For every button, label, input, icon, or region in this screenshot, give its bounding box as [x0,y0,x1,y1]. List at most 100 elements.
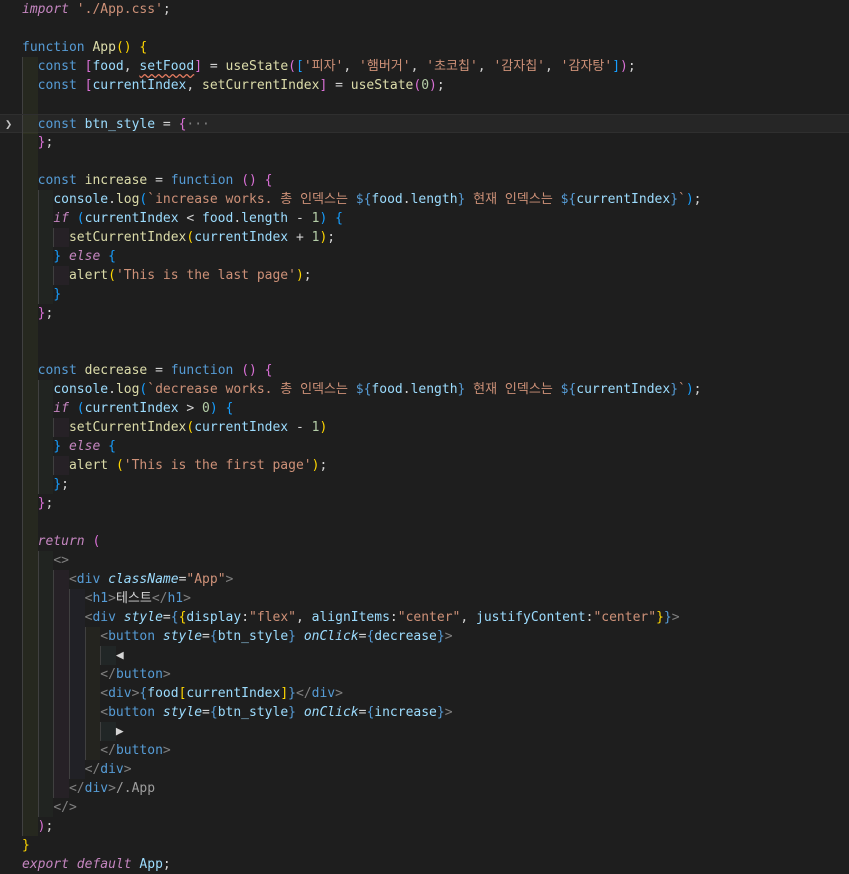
code-token: : [389,610,398,625]
code-token: console [53,382,109,397]
code-line[interactable]: ▶ [0,722,849,741]
code-token: { [170,610,179,625]
code-token: { [335,211,343,226]
code-token: { [139,40,148,55]
code-text: } else { [22,247,116,266]
code-token: </ [84,762,101,777]
code-line[interactable]: } [0,285,849,304]
code-line[interactable]: setCurrentIndex(currentIndex + 1); [0,228,849,247]
code-line[interactable]: function App() { [0,38,849,57]
code-line[interactable]: return ( [0,532,849,551]
code-line[interactable]: const decrease = function () { [0,361,849,380]
indent-band [22,513,38,532]
code-token: , [295,610,312,625]
code-token: - [288,211,312,226]
code-line[interactable]: }; [0,494,849,513]
code-token: ` [678,192,686,207]
code-token: ( [76,401,85,416]
code-token: [ [295,59,304,74]
code-line[interactable]: <button style={btn_style} onClick={decre… [0,627,849,646]
code-line[interactable]: setCurrentIndex(currentIndex - 1) [0,418,849,437]
code-line[interactable] [0,323,849,342]
code-line[interactable]: <> [0,551,849,570]
code-token: = [155,117,179,132]
code-line[interactable] [0,95,849,114]
code-line[interactable]: }; [0,475,849,494]
code-line[interactable]: const [food, setFood] = useState(['피자', … [0,57,849,76]
code-token: ▶ [115,724,124,739]
code-line[interactable]: const [currentIndex, setCurrentIndex] = … [0,76,849,95]
code-line[interactable]: <div>{food[currentIndex]}</div> [0,684,849,703]
code-line[interactable]: const increase = function () { [0,171,849,190]
code-line[interactable] [0,19,849,38]
code-line[interactable] [0,152,849,171]
code-token: > [108,781,116,796]
code-token: /.App [115,781,156,796]
code-line[interactable]: <h1>테스트</h1> [0,589,849,608]
code-line[interactable]: <div style={{display:"flex", alignItems:… [0,608,849,627]
code-token: ) [685,192,694,207]
code-line[interactable]: alert('This is the last page'); [0,266,849,285]
code-token: ( [92,534,101,549]
code-line[interactable]: if (currentIndex < food.length - 1) { [0,209,849,228]
code-token: = [147,363,171,378]
code-token: = [202,59,226,74]
code-text: ▶ [22,722,124,741]
code-line[interactable]: if (currentIndex > 0) { [0,399,849,418]
code-token: </ [100,743,116,758]
code-token: currentIndex [186,686,281,701]
code-token: } [53,439,62,454]
code-token: = [162,610,171,625]
code-line[interactable]: ❯ const btn_style = {··· [0,114,849,134]
code-token: function [170,363,234,378]
code-line[interactable]: ◀ [0,646,849,665]
code-line[interactable]: }; [0,133,849,152]
code-line[interactable]: </> [0,798,849,817]
code-token: div [108,686,132,701]
code-token: 테스트 [115,591,152,606]
code-line[interactable]: </button> [0,741,849,760]
code-token: `increase works. 총 인덱스는 [147,192,356,207]
code-line[interactable]: <button style={btn_style} onClick={incre… [0,703,849,722]
code-line[interactable]: </button> [0,665,849,684]
code-token: '햄버거' [359,59,411,74]
code-line[interactable]: </div>/.App [0,779,849,798]
code-line[interactable]: }; [0,304,849,323]
code-line[interactable]: export default App; [0,855,849,874]
code-line[interactable]: } else { [0,437,849,456]
fold-chevron-icon[interactable]: ❯ [5,115,17,134]
code-token: ; [303,268,312,283]
code-token: . [402,382,411,397]
code-token: div [100,762,124,777]
code-token: ) [620,59,628,74]
code-line[interactable]: ); [0,817,849,836]
code-line[interactable]: import './App.css'; [0,0,849,19]
code-token: "flex" [249,610,296,625]
code-line[interactable] [0,342,849,361]
code-line[interactable]: } [0,836,849,855]
code-line[interactable]: alert ('This is the first page'); [0,456,849,475]
code-token: "App" [186,572,226,587]
code-line[interactable] [0,513,849,532]
code-text: </button> [22,665,170,684]
code-line[interactable]: <div className="App"> [0,570,849,589]
code-token: . [108,192,116,207]
code-line[interactable]: } else { [0,247,849,266]
code-line[interactable]: </div> [0,760,849,779]
code-token: increase [374,705,437,720]
code-editor[interactable]: import './App.css'; function App() { cons… [0,0,849,872]
code-token: currentIndex [84,401,179,416]
code-token: button [115,743,163,758]
code-line[interactable]: console.log(`decrease works. 총 인덱스는 ${fo… [0,380,849,399]
code-text: <button style={btn_style} onClick={decre… [22,627,452,646]
code-token: < [178,211,203,226]
code-line[interactable]: console.log(`increase works. 총 인덱스는 ${fo… [0,190,849,209]
